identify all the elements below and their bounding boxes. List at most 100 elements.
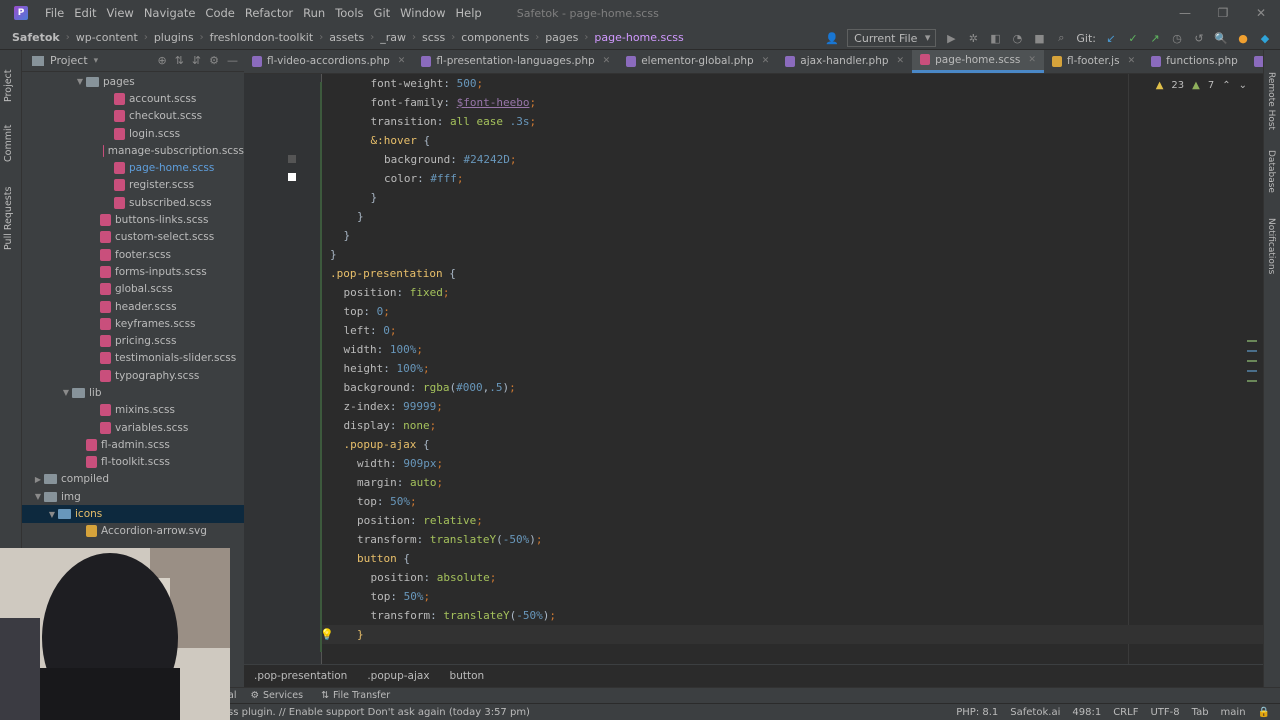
close-tab-icon[interactable]: ✕: [762, 56, 770, 66]
close-tab-icon[interactable]: ✕: [1128, 56, 1136, 66]
tree-item[interactable]: forms-inputs.scss: [22, 263, 244, 280]
tree-item[interactable]: mixins.scss: [22, 402, 244, 419]
chevron-up-icon[interactable]: ⌃: [1222, 80, 1230, 91]
tree-item[interactable]: subscribed.scss: [22, 194, 244, 211]
run-icon[interactable]: ▶: [944, 31, 958, 45]
git-push-icon[interactable]: ↗: [1148, 31, 1162, 45]
remote-host-tool-tab[interactable]: Remote Host: [1266, 72, 1276, 130]
chevron-down-icon[interactable]: ▼: [74, 77, 86, 86]
editor-tab[interactable]: page-home.scss ✕: [912, 50, 1044, 73]
git-update-icon[interactable]: ↙: [1104, 31, 1118, 45]
ide-features-icon[interactable]: ◆: [1258, 31, 1272, 45]
git-commit-icon[interactable]: ✓: [1126, 31, 1140, 45]
tree-item[interactable]: login.scss: [22, 125, 244, 142]
search-everywhere-small-icon[interactable]: ⌕: [1054, 31, 1068, 45]
editor-tab[interactable]: functions.php: [1143, 50, 1246, 73]
breadcrumb-item[interactable]: _raw: [380, 31, 406, 44]
breadcrumb-item[interactable]: assets: [329, 31, 364, 44]
project-name[interactable]: Safetok.ai: [1010, 707, 1060, 718]
tree-item[interactable]: account.scss: [22, 90, 244, 107]
tree-item[interactable]: fl-toolkit.scss: [22, 454, 244, 471]
search-icon[interactable]: 🔍: [1214, 31, 1228, 45]
tree-item[interactable]: ▼ img: [22, 488, 244, 505]
user-icon[interactable]: 👤: [825, 31, 839, 45]
gear-icon[interactable]: ⚙: [209, 54, 219, 67]
chevron-right-icon[interactable]: ▶: [32, 475, 44, 484]
editor-tab[interactable]: fl-footer.js ✕: [1044, 50, 1143, 73]
tree-item[interactable]: ▶ compiled: [22, 471, 244, 488]
commit-tool-tab[interactable]: Commit: [3, 116, 19, 162]
rollback-icon[interactable]: ↺: [1192, 31, 1206, 45]
tree-item[interactable]: ▼ icons: [22, 505, 244, 523]
tree-item[interactable]: header.scss: [22, 298, 244, 315]
tree-item[interactable]: Accordion-arrow.svg: [22, 523, 244, 540]
breadcrumb-item[interactable]: Safetok: [12, 31, 60, 44]
chevron-down-icon[interactable]: ▼: [46, 510, 58, 519]
menu-item-code[interactable]: Code: [200, 0, 239, 26]
line-separator[interactable]: CRLF: [1113, 707, 1138, 718]
editor-tab[interactable]: plugin.php: [1246, 50, 1263, 73]
menu-item-file[interactable]: File: [40, 0, 69, 26]
breadcrumb-item[interactable]: pages: [545, 31, 578, 44]
coverage-icon[interactable]: ◧: [988, 31, 1002, 45]
editor-breadcrumb-item[interactable]: .pop-presentation: [254, 670, 347, 682]
close-tab-icon[interactable]: ✕: [398, 56, 406, 66]
breadcrumb-item[interactable]: freshlondon-toolkit: [210, 31, 314, 44]
menu-item-edit[interactable]: Edit: [69, 0, 101, 26]
maximize-icon[interactable]: ❐: [1204, 0, 1242, 26]
chevron-down-icon[interactable]: ▼: [32, 492, 44, 501]
inspection-widget[interactable]: ▲ 23 ▲ 7 ⌃ ⌄: [1156, 80, 1247, 91]
collapse-all-icon[interactable]: ⇵: [192, 54, 201, 67]
editor-breadcrumb-item[interactable]: .popup-ajax: [367, 670, 429, 682]
tree-item[interactable]: ▼ pages: [22, 73, 244, 90]
tree-item[interactable]: variables.scss: [22, 419, 244, 436]
database-tool-tab[interactable]: Database: [1266, 150, 1276, 193]
tree-item[interactable]: testimonials-slider.scss: [22, 350, 244, 367]
locate-icon[interactable]: ⊕: [157, 54, 166, 67]
tree-item[interactable]: checkout.scss: [22, 108, 244, 125]
tree-item[interactable]: manage-subscription.scss: [22, 142, 244, 159]
close-tab-icon[interactable]: ✕: [897, 56, 905, 66]
menu-item-git[interactable]: Git: [369, 0, 396, 26]
close-tab-icon[interactable]: ✕: [603, 56, 611, 66]
history-icon[interactable]: ◷: [1170, 31, 1184, 45]
tree-item[interactable]: global.scss: [22, 281, 244, 298]
php-version[interactable]: PHP: 8.1: [956, 707, 998, 718]
tree-item[interactable]: register.scss: [22, 177, 244, 194]
stop-icon[interactable]: ■: [1032, 31, 1046, 45]
tree-item[interactable]: fl-admin.scss: [22, 436, 244, 453]
menu-item-help[interactable]: Help: [451, 0, 487, 26]
lock-icon[interactable]: 🔒: [1258, 707, 1270, 718]
intention-bulb-icon[interactable]: 💡: [322, 628, 334, 641]
breadcrumb-item[interactable]: plugins: [154, 31, 194, 44]
tree-item[interactable]: page-home.scss: [22, 159, 244, 176]
menu-item-window[interactable]: Window: [395, 0, 450, 26]
project-panel-title[interactable]: Project: [50, 54, 88, 67]
debug-icon[interactable]: ✲: [966, 31, 980, 45]
updates-icon[interactable]: ●: [1236, 31, 1250, 45]
editor-tab[interactable]: fl-video-accordions.php ✕: [244, 50, 413, 73]
expand-all-icon[interactable]: ⇅: [175, 54, 184, 67]
breadcrumb-item[interactable]: components: [461, 31, 529, 44]
profile-icon[interactable]: ◔: [1010, 31, 1024, 45]
tree-item[interactable]: footer.scss: [22, 246, 244, 263]
run-configuration-select[interactable]: Current File: [847, 29, 937, 47]
tree-item[interactable]: typography.scss: [22, 367, 244, 384]
editor-tab[interactable]: ajax-handler.php ✕: [777, 50, 912, 73]
menu-item-tools[interactable]: Tools: [330, 0, 368, 26]
close-tab-icon[interactable]: ✕: [1028, 55, 1036, 65]
hide-icon[interactable]: —: [227, 54, 238, 67]
minimize-icon[interactable]: —: [1166, 0, 1204, 26]
file-encoding[interactable]: UTF-8: [1150, 707, 1179, 718]
indent-setting[interactable]: Tab: [1192, 707, 1209, 718]
breadcrumb-item[interactable]: wp-content: [76, 31, 138, 44]
menu-item-run[interactable]: Run: [298, 0, 330, 26]
breadcrumb-item[interactable]: page-home.scss: [594, 31, 683, 44]
notifications-tool-tab[interactable]: Notifications: [1266, 218, 1276, 274]
breadcrumb-item[interactable]: scss: [422, 31, 445, 44]
pull-requests-tool-tab[interactable]: Pull Requests: [3, 180, 19, 250]
tree-item[interactable]: buttons-links.scss: [22, 211, 244, 228]
services-tab[interactable]: Services: [263, 690, 303, 701]
tree-item[interactable]: keyframes.scss: [22, 315, 244, 332]
editor-breadcrumb-item[interactable]: button: [450, 670, 485, 682]
